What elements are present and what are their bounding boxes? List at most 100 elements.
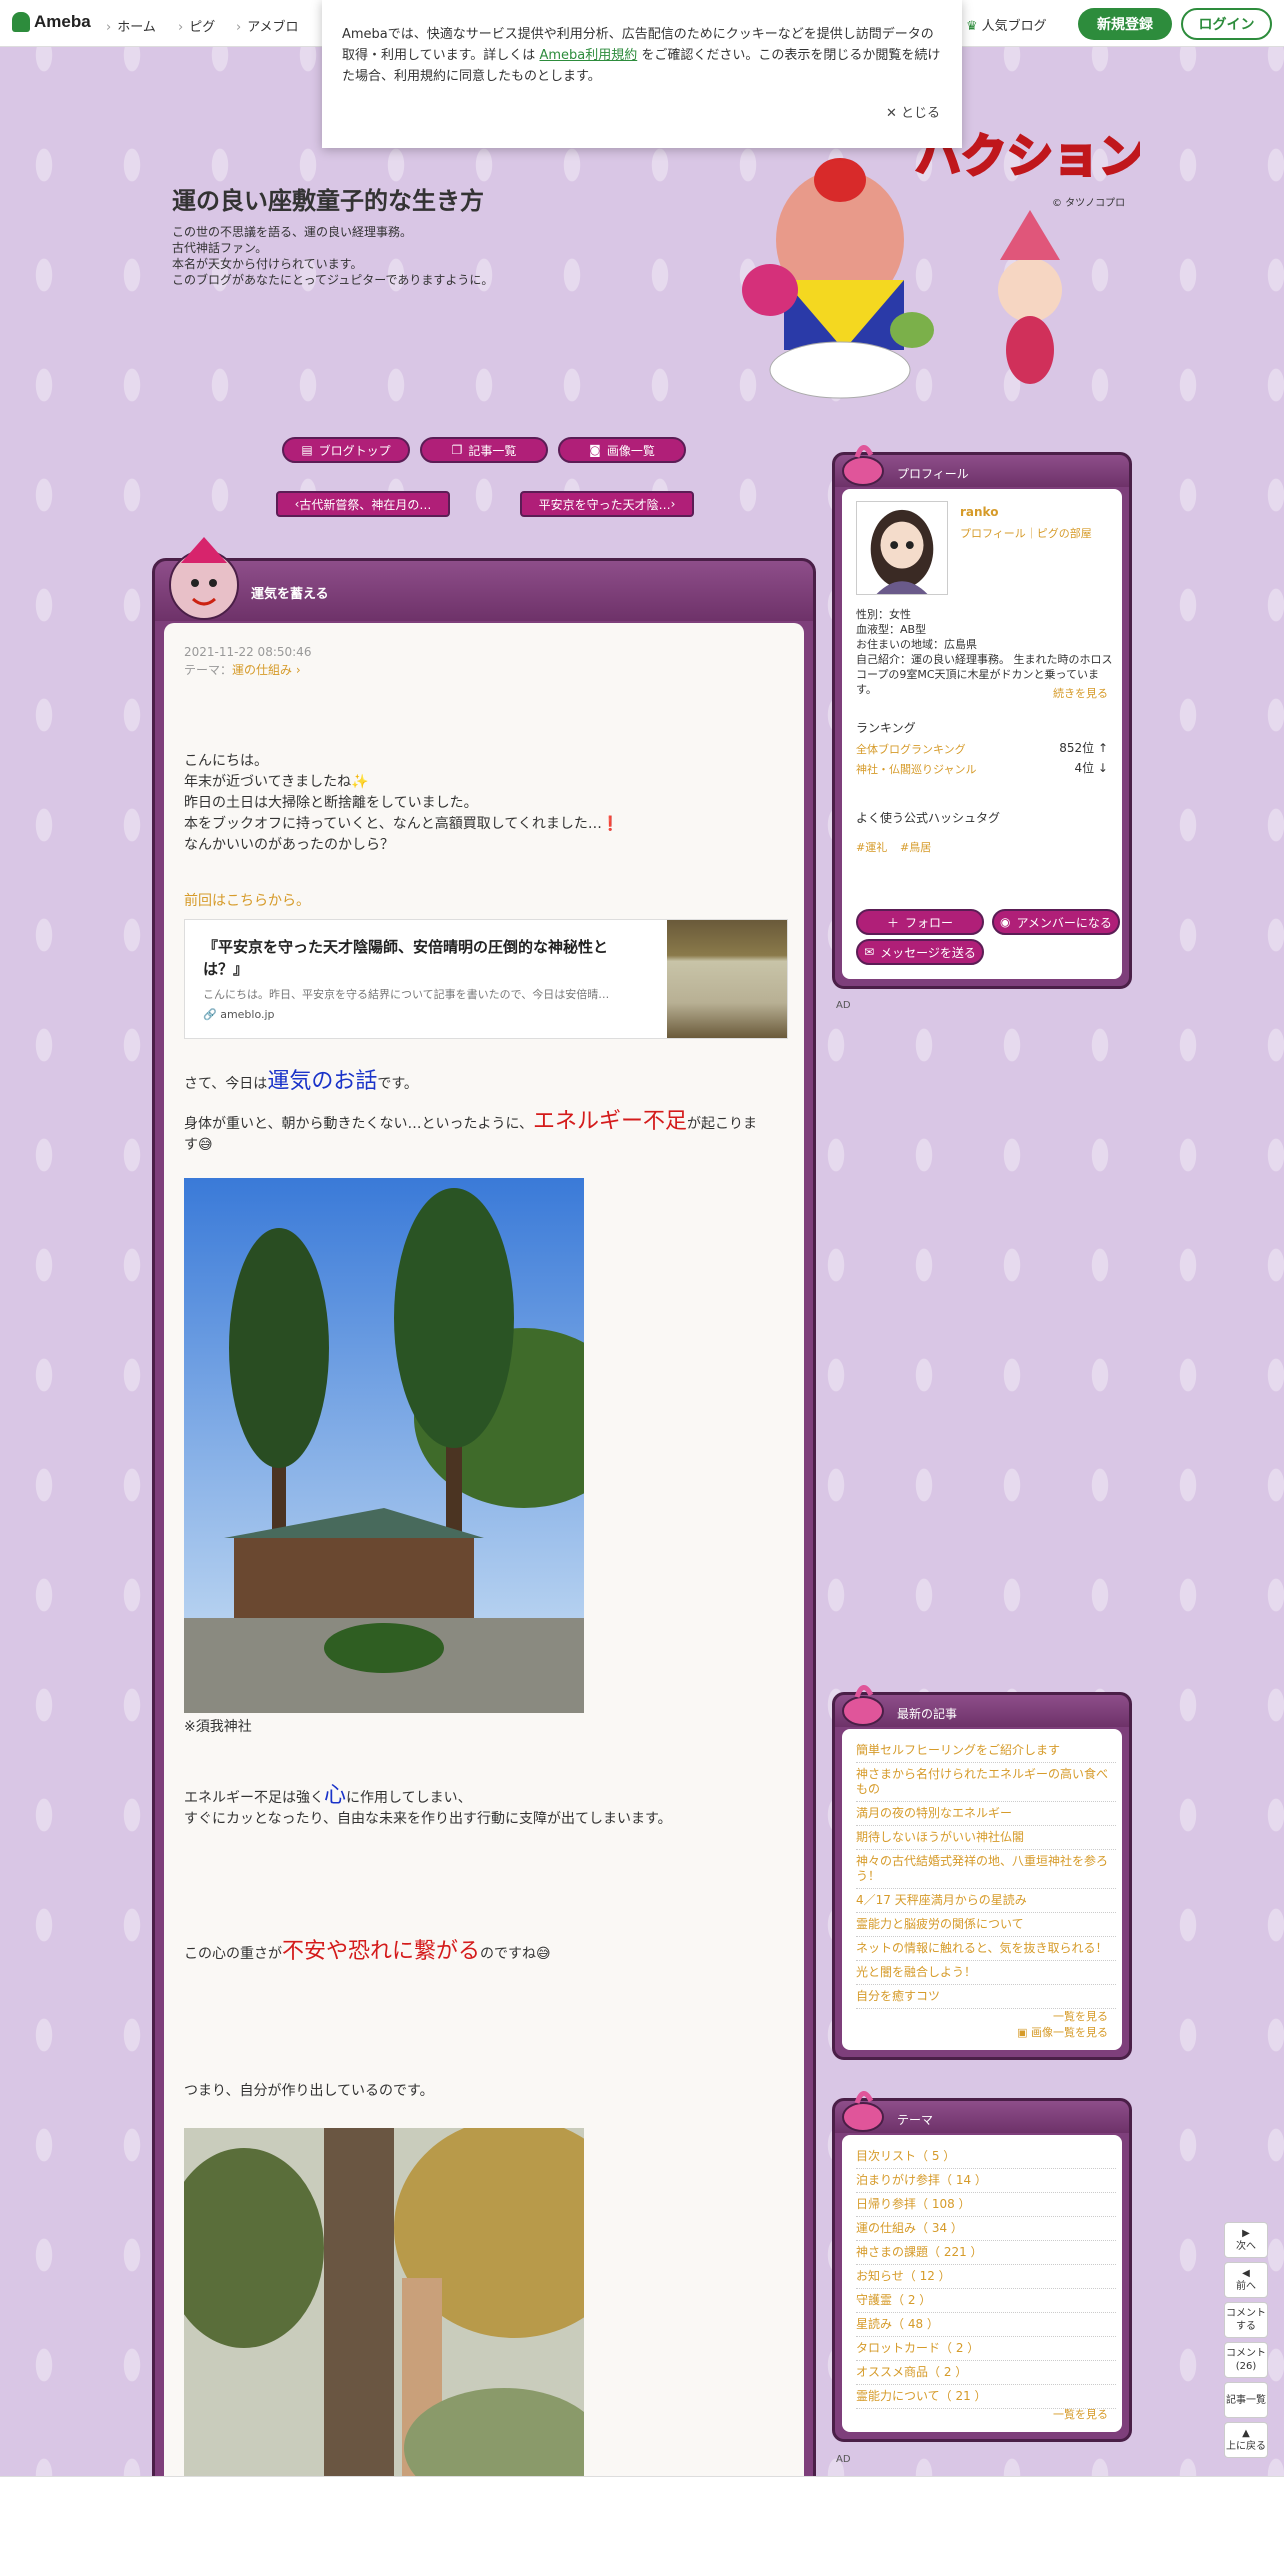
theme-item-link[interactable]: 日帰り参拝（ 108 ） — [856, 2193, 1116, 2217]
theme-item-link[interactable]: タロットカード（ 2 ） — [856, 2337, 1116, 2361]
recent-content: 簡単セルフヒーリングをご紹介します 神さまから名付けられたエネルギーの高い食べも… — [842, 1729, 1122, 2050]
nav-home-link[interactable]: ホーム — [106, 16, 156, 35]
text-segment: が起こりま — [687, 1116, 758, 1132]
nav-popular-blog-link[interactable]: ♛ 人気ブログ — [966, 15, 1047, 34]
recent-images-label: 画像一覧を見る — [1031, 2026, 1108, 2039]
amember-button[interactable]: ◉ アメンバーになる — [992, 909, 1120, 935]
article-title[interactable]: 運気を蓄える — [251, 583, 329, 602]
theme-item-link[interactable]: 泊まりがけ参拝（ 14 ） — [856, 2169, 1116, 2193]
theme-item-link[interactable]: 目次リスト（ 5 ） — [856, 2145, 1116, 2169]
comment-count-button[interactable]: コメント(26) — [1224, 2342, 1268, 2378]
recent-article-link[interactable]: 霊能力と脳疲労の関係について — [856, 1913, 1116, 1937]
section-intro: さて、今日は運気のお話です。 — [184, 1071, 418, 1095]
article-list-button[interactable]: ❐ 記事一覧 — [420, 437, 548, 463]
desc-line: この世の不思議を語る、運の良い経理事務。 — [172, 225, 413, 239]
prev-label: 前へ — [1236, 2281, 1256, 2292]
theme-item-link[interactable]: 神さまの課題（ 221 ） — [856, 2241, 1116, 2265]
prev-post-button[interactable]: ◀ 前へ — [1224, 2262, 1268, 2298]
comment-button[interactable]: コメントする — [1224, 2302, 1268, 2338]
profile-name[interactable]: ranko — [960, 505, 998, 519]
recent-article-link[interactable]: 自分を癒すコツ — [856, 1985, 1116, 2009]
ameba-mark-icon — [12, 12, 30, 32]
recent-article-link[interactable]: 満月の夜の特別なエネルギー — [856, 1802, 1116, 1826]
theme-item-link[interactable]: 守護霊（ 2 ） — [856, 2289, 1116, 2313]
recent-images-link[interactable]: ▣ 画像一覧を見る — [1017, 2024, 1108, 2040]
theme-item-link[interactable]: 星読み（ 48 ） — [856, 2313, 1116, 2337]
recent-article-link[interactable]: 神さまから名付けられたエネルギーの高い食べもの — [856, 1763, 1116, 1802]
ranking-genre-value: 4位 ↓ — [1074, 761, 1108, 775]
amember-label: アメンバーになる — [1016, 915, 1112, 930]
plus-icon: ＋ — [886, 915, 899, 930]
embedded-link-card[interactable]: 『平安京を守った天才陰陽師、安倍晴明の圧倒的な神秘性とは？』 こんにちは。昨日、… — [184, 919, 788, 1039]
profile-detail: 血液型：AB型 — [856, 623, 927, 636]
blog-top-button[interactable]: ▤ ブログトップ — [282, 437, 410, 463]
next-label: 次へ — [1236, 2241, 1256, 2252]
ranking-heading: ランキング — [856, 721, 916, 735]
text-line: なんかいいのがあったのかしら？ — [184, 837, 394, 853]
photo-caption: ※須我神社 — [184, 1719, 252, 1735]
next-article-label: 平安京を守った天才陰… — [538, 497, 671, 512]
recent-article-link[interactable]: 期待しないほうがいい神社仏閣 — [856, 1826, 1116, 1850]
article-list-float-button[interactable]: 記事一覧 — [1224, 2382, 1268, 2418]
profile-links[interactable]: プロフィール｜ピグの部屋 — [960, 525, 1092, 541]
hashtag-link[interactable]: #鳥居 — [900, 839, 931, 855]
recent-article-link[interactable]: 4／17 天秤座満月からの星読み — [856, 1889, 1116, 1913]
login-button[interactable]: ログイン — [1181, 8, 1272, 40]
genie-fairy-icon — [169, 537, 239, 620]
recent-heading: 最新の記事 — [897, 1707, 958, 1721]
recent-article-link[interactable]: ネットの情報に触れると、気を抜き取られる！ — [856, 1937, 1116, 1961]
highlight-text: 運気のお話 — [267, 1069, 378, 1094]
register-button[interactable]: 新規登録 — [1078, 8, 1172, 40]
theme-item-link[interactable]: 運の仕組み（ 34 ） — [856, 2217, 1116, 2241]
ameba-logo[interactable]: Ameba — [12, 12, 91, 32]
text-line: こんにちは。 — [184, 753, 268, 769]
profile-detail: お住まいの地域：広島県 — [856, 638, 977, 651]
text-segment: さて、今日は — [184, 1076, 268, 1092]
card-domain: 🔗 ameblo.jp — [203, 1008, 275, 1021]
ranking-overall-link[interactable]: 全体ブログランキング — [856, 741, 966, 757]
highlight-text: 不安や恐れに繋がる — [282, 1939, 481, 1964]
nav-pigg-link[interactable]: ピグ — [178, 16, 215, 35]
card-thumbnail — [667, 920, 787, 1038]
back-to-top-button[interactable]: ▲ 上に戻る — [1224, 2422, 1268, 2458]
lamp-icon — [842, 445, 884, 486]
cookie-close-button[interactable]: ✕ とじる — [886, 103, 940, 124]
prev-post-link[interactable]: 前回はこちらから。 — [184, 891, 310, 912]
highlight-text: エネルギー不足 — [533, 1109, 688, 1134]
nav-ameblo-link[interactable]: アメブロ — [236, 16, 298, 35]
recent-article-link[interactable]: 光と闇を融合しよう！ — [856, 1961, 1116, 1985]
hashtag-link[interactable]: #運礼 — [856, 839, 887, 855]
text-line: 本をブックオフに持っていくと、なんと高額買取してくれました…❗ — [184, 816, 620, 832]
follow-button[interactable]: ＋ フォロー — [856, 909, 984, 935]
theme-link[interactable]: 運の仕組み — [232, 663, 292, 677]
triangle-left-icon: ◀ — [1242, 2268, 1250, 2279]
image-list-button[interactable]: ◙ 画像一覧 — [558, 437, 686, 463]
next-article-link[interactable]: 平安京を守った天才陰… › — [520, 491, 694, 517]
article-date: 2021-11-22 08:50:46 — [184, 645, 312, 659]
send-message-button[interactable]: ✉ メッセージを送る — [856, 939, 984, 965]
logo-text: Ameba — [34, 12, 91, 31]
terms-link[interactable]: Ameba利用規約 — [539, 48, 637, 63]
profile-more-link[interactable]: 続きを見る — [1053, 685, 1108, 701]
hashtag-heading: よく使う公式ハッシュタグ — [856, 811, 1001, 825]
prev-article-link[interactable]: ‹ 古代新嘗祭、神在月の… — [276, 491, 450, 517]
text-segment: この心の重さが — [184, 1946, 282, 1962]
recent-article-link[interactable]: 神々の古代結婚式発祥の地、八重垣神社を参ろう！ — [856, 1850, 1116, 1889]
intro-paragraph: こんにちは。 年末が近づいてきましたね✨ 昨日の土日は大掃除と断捨離をしていまし… — [184, 751, 619, 856]
recent-article-link[interactable]: 簡単セルフヒーリングをご紹介します — [856, 1739, 1116, 1763]
follow-label: フォロー — [905, 915, 954, 930]
ranking-genre-link[interactable]: 神社・仏閣巡りジャンル — [856, 761, 976, 777]
profile-heading: プロフィール — [897, 467, 969, 481]
avatar[interactable] — [856, 501, 948, 595]
top-label: 上に戻る — [1226, 2441, 1266, 2452]
blog-title[interactable]: 運の良い座敷童子的な生き方 — [172, 181, 484, 216]
next-post-button[interactable]: ▶ 次へ — [1224, 2222, 1268, 2258]
recent-more-link[interactable]: 一覧を見る — [1053, 2008, 1108, 2024]
themes-more-link[interactable]: 一覧を見る — [1053, 2406, 1108, 2422]
camera-icon: ◙ — [589, 443, 601, 457]
theme-item-link[interactable]: オススメ商品（ 2 ） — [856, 2361, 1116, 2385]
fear-paragraph: この心の重さが不安や恐れに繋がるのですね😅 — [184, 1941, 551, 1965]
theme-item-link[interactable]: お知らせ（ 12 ） — [856, 2265, 1116, 2289]
shrine-photo[interactable] — [184, 1178, 584, 1713]
chat-icon: ◉ — [1000, 915, 1011, 929]
